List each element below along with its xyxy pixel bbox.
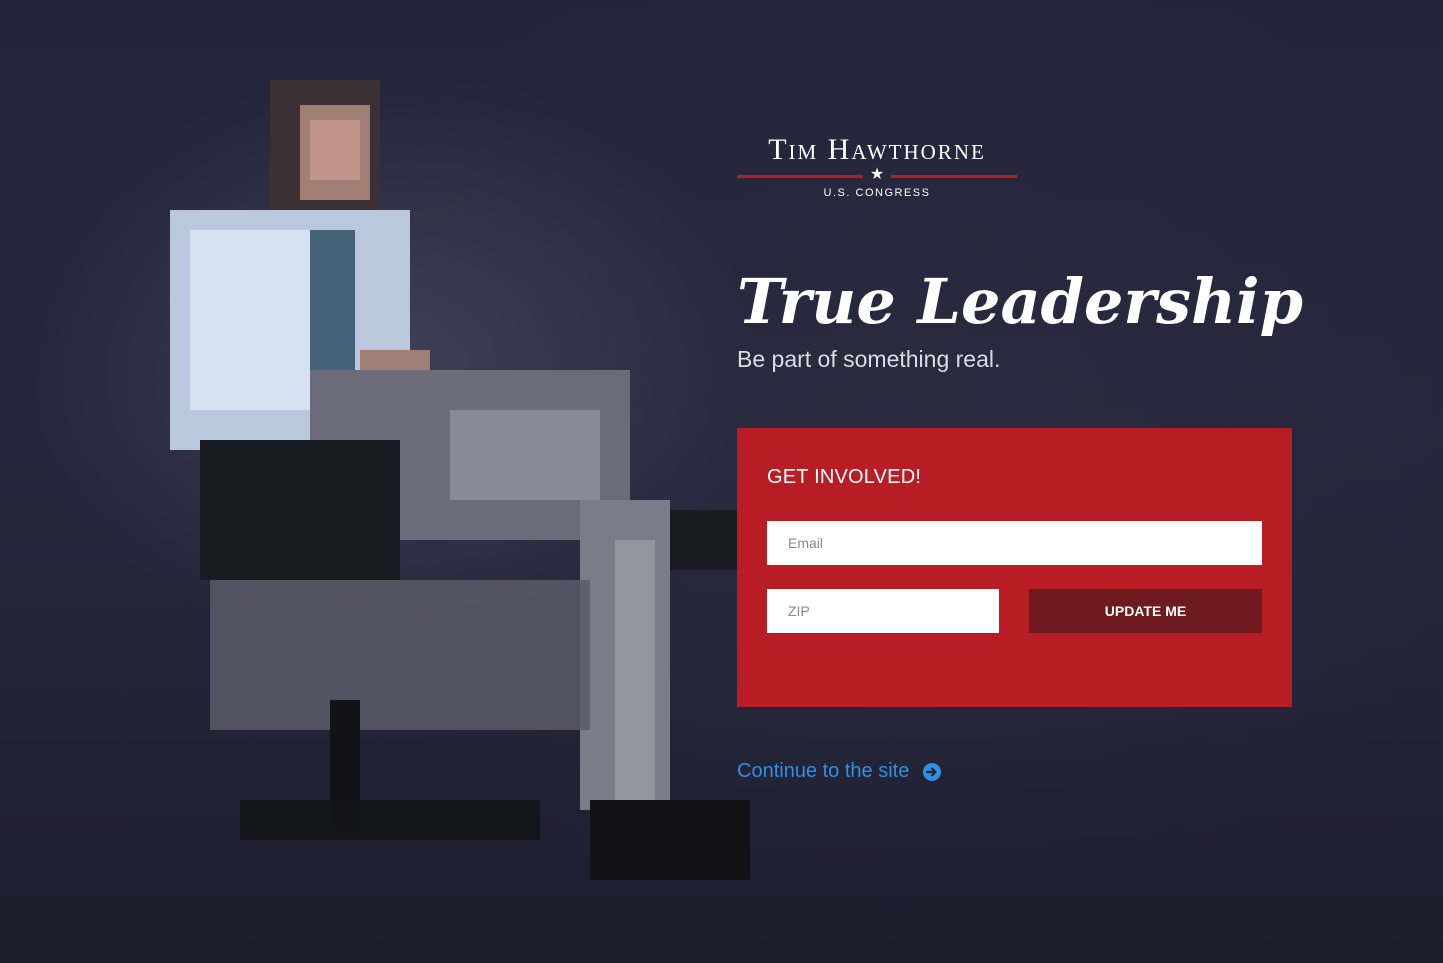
continue-link-label: Continue to the site: [737, 760, 910, 782]
logo-subtitle: U.S. CONGRESS: [823, 187, 931, 199]
logo-rule-left: [737, 175, 863, 178]
headline: True Leadership: [737, 265, 1303, 338]
zip-field[interactable]: [767, 589, 999, 633]
signup-form: GET INVOLVED! UPDATE ME: [737, 428, 1292, 707]
continue-to-site-link[interactable]: Continue to the site: [737, 760, 942, 783]
logo-name: Tim Hawthorne: [768, 133, 986, 166]
tagline: Be part of something real.: [737, 346, 1001, 372]
email-field[interactable]: [767, 521, 1262, 565]
logo-rule-right: [891, 175, 1017, 178]
arrow-circle-right-icon: [923, 762, 942, 781]
update-me-button[interactable]: UPDATE ME: [1029, 589, 1262, 633]
candidate-photo: [160, 80, 760, 900]
signup-title: GET INVOLVED!: [767, 466, 922, 488]
star-icon: ★: [869, 166, 885, 183]
campaign-logo: Tim Hawthorne ★ U.S. CONGRESS: [737, 130, 1017, 199]
logo-divider: ★: [737, 166, 1017, 184]
